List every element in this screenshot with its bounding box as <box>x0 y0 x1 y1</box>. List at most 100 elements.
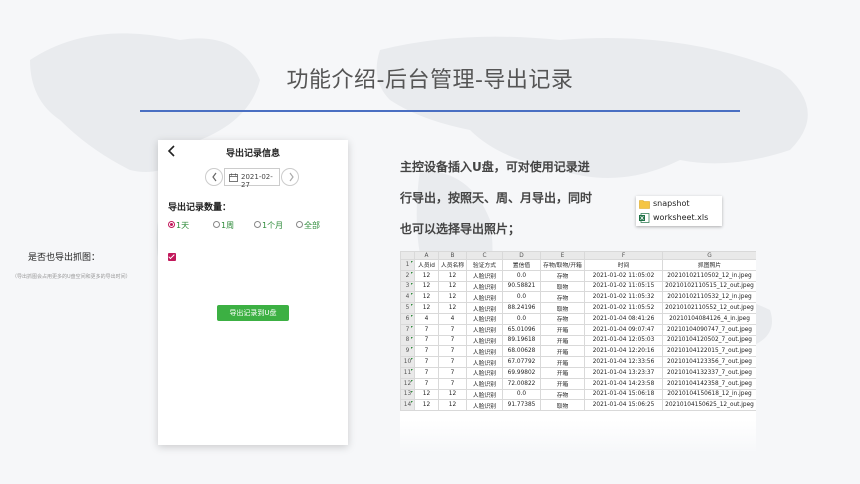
export-to-usb-button[interactable]: 导出记录到U盘 <box>217 305 289 321</box>
table-cell[interactable]: 取物 <box>540 302 585 314</box>
table-cell[interactable]: 存物 <box>540 291 585 304</box>
table-cell[interactable]: 开箱 <box>540 366 585 379</box>
prev-date-button[interactable] <box>205 168 223 186</box>
table-cell[interactable]: 20210102110515_12_out.jpeg <box>662 280 756 293</box>
table-cell[interactable]: 89.19618 <box>502 334 541 347</box>
table-cell[interactable]: 人脸识别 <box>466 345 503 358</box>
column-letter[interactable]: G <box>662 251 756 260</box>
header-cell[interactable]: 人员名称 <box>438 259 467 271</box>
table-cell[interactable]: 2021-01-04 14:23:58 <box>584 377 663 390</box>
table-cell[interactable]: 人脸识别 <box>466 312 503 325</box>
column-letter[interactable]: B <box>438 251 467 260</box>
table-cell[interactable]: 12 <box>414 399 439 412</box>
table-cell[interactable]: 20210104122015_7_out.jpeg <box>662 345 756 358</box>
table-cell[interactable]: 20210104150618_12_in.jpeg <box>662 388 756 401</box>
row-number[interactable]: 3 <box>400 280 415 293</box>
header-cell[interactable]: 验证方式 <box>466 259 503 271</box>
table-cell[interactable]: 存物 <box>540 388 585 401</box>
table-cell[interactable]: 7 <box>414 345 439 358</box>
radio-1-week[interactable]: 1周 <box>213 220 234 232</box>
row-number[interactable]: 4 <box>400 291 415 304</box>
column-letter[interactable]: E <box>540 251 585 260</box>
table-cell[interactable]: 4 <box>438 312 467 325</box>
table-cell[interactable]: 人脸识别 <box>466 291 503 304</box>
table-cell[interactable]: 7 <box>414 334 439 347</box>
table-cell[interactable]: 人脸识别 <box>466 356 503 368</box>
table-cell[interactable]: 存物 <box>540 269 585 282</box>
table-cell[interactable]: 20210104090747_7_out.jpeg <box>662 323 756 336</box>
row-number[interactable]: 5 <box>400 302 415 314</box>
header-cell[interactable]: 时间 <box>584 259 663 271</box>
radio-1-day[interactable]: 1天 <box>168 220 189 232</box>
table-cell[interactable]: 2021-01-02 11:05:02 <box>584 269 663 282</box>
header-cell[interactable]: 置信值 <box>502 259 541 271</box>
table-cell[interactable]: 开箱 <box>540 334 585 347</box>
table-cell[interactable]: 7 <box>414 323 439 336</box>
table-cell[interactable]: 20210104132337_7_out.jpeg <box>662 366 756 379</box>
table-cell[interactable]: 12 <box>438 280 467 293</box>
table-cell[interactable]: 2021-01-04 09:07:47 <box>584 323 663 336</box>
table-cell[interactable]: 88.24196 <box>502 302 541 314</box>
export-photos-checkbox[interactable] <box>168 253 176 261</box>
table-cell[interactable]: 7 <box>414 377 439 390</box>
table-cell[interactable]: 20210104084126_4_in.jpeg <box>662 312 756 325</box>
table-cell[interactable]: 2021-01-04 13:23:37 <box>584 366 663 379</box>
header-cell[interactable]: 抓图照片 <box>662 259 756 271</box>
table-cell[interactable]: 7 <box>438 345 467 358</box>
table-cell[interactable]: 0.0 <box>502 388 541 401</box>
header-cell[interactable]: 存物/取物/开箱 <box>540 259 585 271</box>
row-number[interactable]: 12 <box>400 377 415 390</box>
table-cell[interactable]: 67.07792 <box>502 356 541 368</box>
table-cell[interactable]: 20210104150625_12_out.jpeg <box>662 399 756 412</box>
table-cell[interactable]: 2021-01-04 12:33:56 <box>584 356 663 368</box>
row-number[interactable]: 2 <box>400 269 415 282</box>
row-number[interactable]: 9 <box>400 345 415 358</box>
table-cell[interactable]: 0.0 <box>502 291 541 304</box>
table-cell[interactable]: 人脸识别 <box>466 280 503 293</box>
file-item-snapshot[interactable]: snapshot <box>639 197 721 211</box>
table-cell[interactable]: 90.58821 <box>502 280 541 293</box>
table-cell[interactable]: 2021-01-04 15:06:25 <box>584 399 663 412</box>
radio-all[interactable]: 全部 <box>296 220 320 232</box>
table-cell[interactable]: 7 <box>438 334 467 347</box>
row-number[interactable]: 6 <box>400 312 415 325</box>
header-cell[interactable]: 人员id <box>414 259 439 271</box>
table-cell[interactable]: 7 <box>414 356 439 368</box>
table-cell[interactable]: 69.99802 <box>502 366 541 379</box>
table-cell[interactable]: 开箱 <box>540 356 585 368</box>
table-cell[interactable]: 2021-01-04 12:05:03 <box>584 334 663 347</box>
next-date-button[interactable] <box>281 168 299 186</box>
table-cell[interactable]: 人脸识别 <box>466 399 503 412</box>
table-cell[interactable]: 取物 <box>540 399 585 412</box>
table-cell[interactable]: 2021-01-02 11:05:52 <box>584 302 663 314</box>
row-number[interactable]: 14 <box>400 399 415 412</box>
table-cell[interactable]: 7 <box>438 377 467 390</box>
table-cell[interactable]: 12 <box>438 388 467 401</box>
column-letter[interactable]: C <box>466 251 503 260</box>
column-letter[interactable]: D <box>502 251 541 260</box>
table-cell[interactable]: 开箱 <box>540 377 585 390</box>
table-cell[interactable]: 68.00628 <box>502 345 541 358</box>
row-number[interactable]: 1 <box>400 259 415 271</box>
table-cell[interactable]: 2021-01-02 11:05:15 <box>584 280 663 293</box>
table-cell[interactable]: 12 <box>414 291 439 304</box>
table-cell[interactable]: 20210102110502_12_in.jpeg <box>662 269 756 282</box>
table-cell[interactable]: 4 <box>414 312 439 325</box>
row-number[interactable]: 7 <box>400 323 415 336</box>
table-cell[interactable]: 人脸识别 <box>466 334 503 347</box>
table-cell[interactable]: 2021-01-02 11:05:32 <box>584 291 663 304</box>
corner-cell[interactable] <box>400 251 415 260</box>
row-number[interactable]: 8 <box>400 334 415 347</box>
radio-1-month[interactable]: 1个月 <box>254 220 283 232</box>
table-cell[interactable]: 12 <box>414 269 439 282</box>
table-cell[interactable]: 65.01096 <box>502 323 541 336</box>
table-cell[interactable]: 20210102110532_12_in.jpeg <box>662 291 756 304</box>
row-number[interactable]: 13 <box>400 388 415 401</box>
table-cell[interactable]: 20210104120502_7_out.jpeg <box>662 334 756 347</box>
table-cell[interactable]: 2021-01-04 12:20:16 <box>584 345 663 358</box>
table-cell[interactable]: 20210102110552_12_out.jpeg <box>662 302 756 314</box>
table-cell[interactable]: 12 <box>414 280 439 293</box>
table-cell[interactable]: 7 <box>438 356 467 368</box>
table-cell[interactable]: 72.00822 <box>502 377 541 390</box>
table-cell[interactable]: 人脸识别 <box>466 377 503 390</box>
